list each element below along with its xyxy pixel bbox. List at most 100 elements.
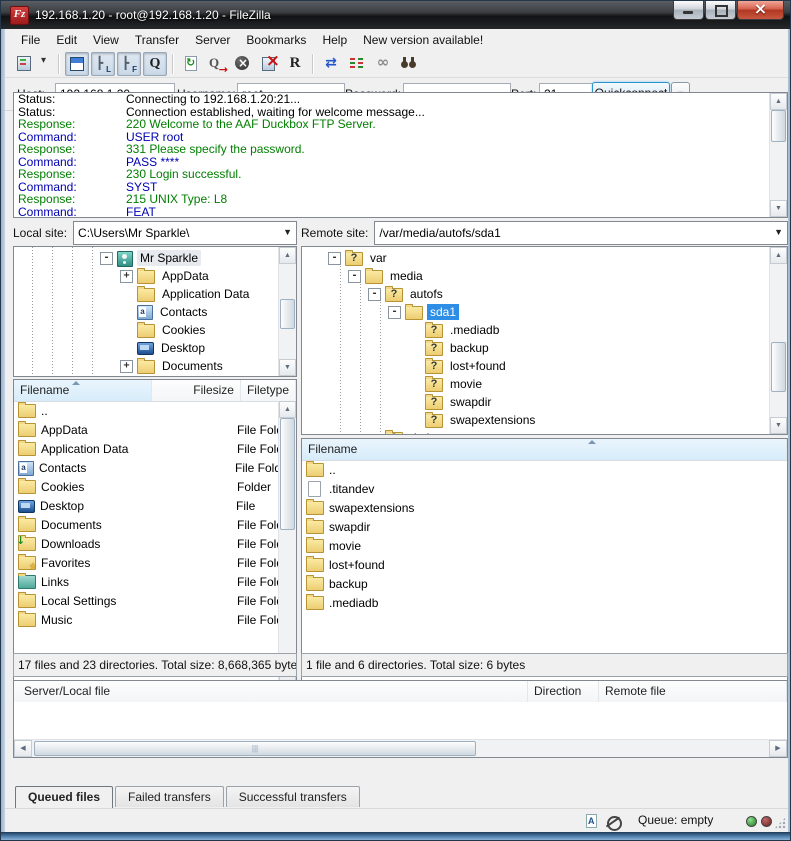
column-header-filename[interactable]: Filename [14,380,152,401]
scrollbar-thumb[interactable] [771,342,786,392]
cancel-button[interactable] [231,52,255,76]
transfer-type-icon[interactable] [583,813,599,829]
tree-expander-icon[interactable] [348,270,361,283]
reconnect-button[interactable] [283,52,307,76]
tree-item[interactable]: backup [302,339,770,357]
toggle-queue-button[interactable] [143,52,167,76]
menu-item[interactable]: Edit [48,31,85,49]
file-list-row[interactable]: .mediadb [302,593,787,612]
tree-item[interactable]: movie [302,375,770,393]
close-button[interactable] [737,1,784,20]
directory-comparison-button[interactable] [319,52,343,76]
scroll-up-icon[interactable]: ▲ [770,247,787,264]
tree-item[interactable]: AppData [14,267,279,285]
file-list-row[interactable]: Contacts File Folder [14,458,279,477]
scrollbar-thumb[interactable] [280,299,295,329]
queue-hscrollbar[interactable]: ◀ ▶ [14,739,787,757]
file-list-row[interactable]: Downloads File Folder [14,534,279,553]
remote-site-combobox[interactable]: /var/media/autofs/sda1 ▼ [374,221,788,245]
local-list-scrollbar[interactable]: ▲ ▼ [278,401,296,684]
tree-item[interactable]: Desktop [14,339,279,357]
tree-item[interactable]: swapextensions [302,411,770,429]
file-list-row[interactable]: movie [302,536,787,555]
tree-item[interactable]: swapdir [302,393,770,411]
file-list-row[interactable]: backup [302,574,787,593]
scroll-up-icon[interactable]: ▲ [770,93,787,110]
scroll-right-icon[interactable]: ▶ [769,740,787,757]
tree-item[interactable]: Mr Sparkle [14,249,279,267]
tree-item[interactable]: media [302,267,770,285]
tree-expander-icon[interactable] [388,306,401,319]
file-list-row[interactable]: swapdir [302,517,787,536]
scroll-down-icon[interactable]: ▼ [770,200,787,217]
file-list-row[interactable]: Documents File Folder [14,515,279,534]
title-bar[interactable]: Fz 192.168.1.20 - root@192.168.1.20 - Fi… [1,1,791,29]
file-list-row[interactable]: Cookies Folder [14,477,279,496]
maximize-button[interactable] [705,1,736,20]
tree-item[interactable]: Contacts [14,303,279,321]
column-header-server-local-file[interactable]: Server/Local file [14,681,528,702]
site-manager-button[interactable] [12,52,36,76]
scrollbar-thumb[interactable] [771,110,786,142]
scrollbar-thumb[interactable] [34,741,476,756]
file-list-row[interactable]: AppData File Folder [14,420,279,439]
file-list-row[interactable]: lost+found [302,555,787,574]
remote-tree-scrollbar[interactable]: ▲ ▼ [769,247,787,434]
menu-item[interactable]: File [13,31,48,49]
tree-expander-icon[interactable] [368,288,381,301]
resize-grip[interactable] [774,817,786,829]
queue-tab[interactable]: Failed transfers [115,786,224,807]
scroll-down-icon[interactable]: ▼ [770,417,787,434]
file-list-row[interactable]: Local Settings File Folder [14,591,279,610]
tree-item[interactable]: lost+found [302,357,770,375]
file-list-row[interactable]: .. [302,460,787,479]
tree-item[interactable]: autofs [302,285,770,303]
tree-expander-icon[interactable] [120,360,133,373]
file-list-row[interactable]: Favorites File Folder [14,553,279,572]
tree-expander-icon[interactable] [100,252,113,265]
file-list-row[interactable]: Links File Folder [14,572,279,591]
speed-limits-icon[interactable] [605,813,621,829]
column-header-filename[interactable]: Filename [302,439,787,460]
tree-item[interactable]: Application Data [14,285,279,303]
scroll-left-icon[interactable]: ◀ [14,740,32,757]
column-header-filesize[interactable]: Filesize [152,380,241,401]
scroll-up-icon[interactable]: ▲ [279,401,296,418]
minimize-button[interactable] [673,1,704,20]
tree-item[interactable]: .mediadb [302,321,770,339]
tree-item[interactable]: sda1 [302,303,770,321]
file-list-row[interactable]: .titandev [302,479,787,498]
find-files-button[interactable] [397,52,421,76]
synchronized-browsing-button[interactable] [371,52,395,76]
log-scrollbar[interactable]: ▲ ▼ [769,93,787,217]
file-list-row[interactable]: Desktop File [14,496,279,515]
file-list-row[interactable]: Application Data File Folder [14,439,279,458]
tree-expander-icon[interactable] [120,270,133,283]
menu-item[interactable]: Server [187,31,238,49]
menu-item[interactable]: Help [314,31,355,49]
scrollbar-thumb[interactable] [280,418,295,530]
toggle-local-tree-button[interactable] [91,52,115,76]
menu-item[interactable]: View [85,31,127,49]
menu-item[interactable]: Bookmarks [238,31,314,49]
column-header-direction[interactable]: Direction [528,681,599,702]
tree-item[interactable]: var [302,249,770,267]
queue-tab[interactable]: Queued files [15,786,113,808]
chevron-down-icon[interactable]: ▼ [774,227,783,237]
queue-tab[interactable]: Successful transfers [226,786,360,807]
tree-item[interactable]: Documents [14,357,279,375]
column-header-remote-file[interactable]: Remote file [599,681,787,702]
tree-expander-icon[interactable] [328,252,341,265]
local-tree-scrollbar[interactable]: ▲ ▼ [278,247,296,376]
refresh-button[interactable] [179,52,203,76]
toggle-message-log-button[interactable] [65,52,89,76]
tree-item[interactable]: Cookies [14,321,279,339]
file-list-row[interactable]: Music File Folder [14,610,279,629]
tree-item[interactable]: Downloads [14,375,279,376]
toggle-remote-tree-button[interactable] [117,52,141,76]
local-site-combobox[interactable]: C:\Users\Mr Sparkle\ ▼ [73,221,297,245]
menu-item[interactable]: New version available! [355,31,491,49]
column-header-filetype[interactable]: Filetype [241,380,296,401]
file-list-row[interactable]: swapextensions [302,498,787,517]
file-list-row[interactable]: .. [14,401,279,420]
